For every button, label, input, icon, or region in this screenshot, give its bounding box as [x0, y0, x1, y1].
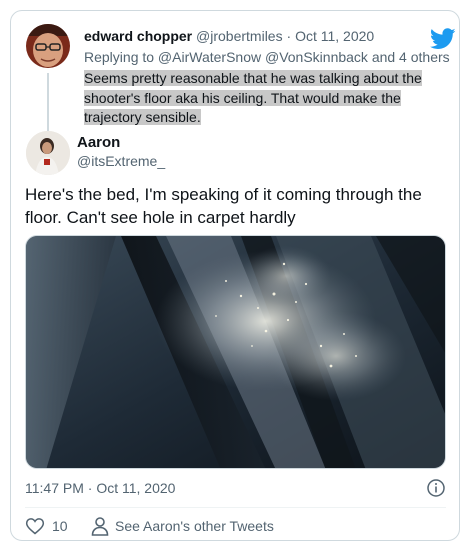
tweet-text: Here's the bed, I'm speaking of it comin… [25, 185, 422, 227]
handle[interactable]: @jrobertmiles [196, 28, 283, 44]
info-icon[interactable] [426, 478, 446, 498]
tweet-timestamp[interactable]: 11:47 PM · Oct 11, 2020 [25, 480, 175, 496]
twitter-bird-icon[interactable] [430, 28, 456, 50]
divider [25, 507, 446, 508]
see-other-tweets-link[interactable]: See Aaron's other Tweets [115, 518, 274, 534]
display-name[interactable]: Aaron [77, 134, 120, 151]
person-icon[interactable] [91, 516, 109, 536]
thread-connector [47, 73, 49, 131]
avatar[interactable] [26, 24, 70, 68]
display-name[interactable]: edward chopper [84, 28, 192, 44]
reply-header[interactable]: edward chopper @jrobertmiles · Oct 11, 2… [84, 28, 374, 44]
replying-to[interactable]: Replying to @AirWaterSnow @VonSkinnback … [84, 49, 450, 65]
tweet-photo[interactable] [25, 235, 446, 469]
reply-text: Seems pretty reasonable that he was talk… [84, 70, 422, 125]
avatar[interactable] [26, 131, 70, 175]
tweet-date[interactable]: Oct 11, 2020 [295, 28, 374, 44]
tweet-embed-card[interactable]: edward chopper @jrobertmiles · Oct 11, 2… [10, 10, 460, 541]
handle[interactable]: @itsExtreme_ [77, 153, 165, 169]
like-count[interactable]: 10 [52, 518, 68, 534]
heart-icon[interactable] [25, 516, 45, 536]
separator: · [286, 28, 292, 44]
